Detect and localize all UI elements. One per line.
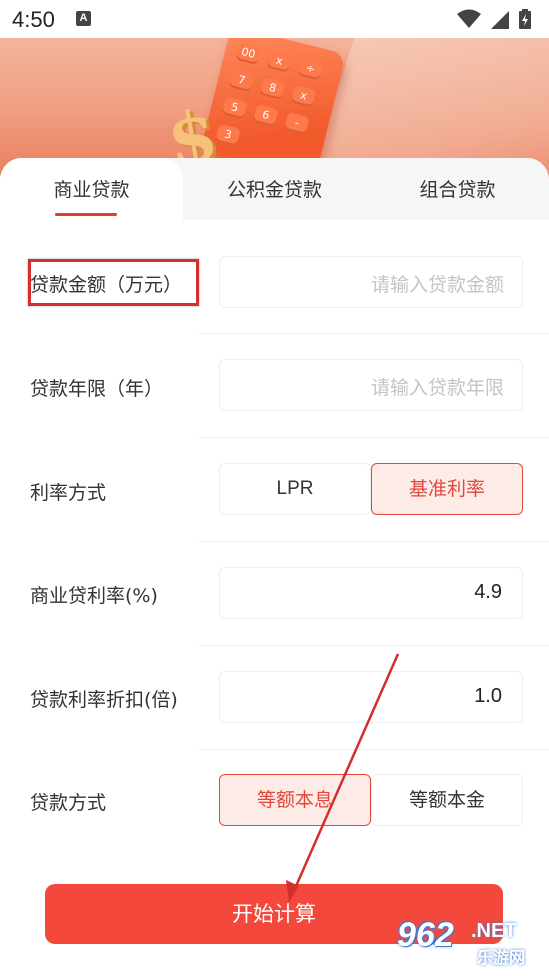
commercial-rate-label: 商业贷利率(%) (30, 585, 158, 607)
calc-key: 00 (235, 42, 262, 65)
equal-installment-button[interactable]: 等额本息 (219, 774, 371, 826)
rate-discount-row: 贷款利率折扣(倍) 1.0 (0, 646, 549, 750)
repay-mode-label: 贷款方式 (30, 792, 107, 814)
calc-key: 7 (228, 69, 255, 93)
tab-label: 商业贷款 (53, 179, 130, 201)
signal-icon (491, 11, 509, 29)
repay-mode-segmented-control: 等额本息 等额本金 (219, 774, 523, 826)
equal-principal-button[interactable]: 等额本金 (371, 774, 523, 826)
rate-discount-input[interactable]: 1.0 (219, 671, 523, 723)
calc-key: 3 (215, 123, 241, 147)
status-bar: 4:50 A (0, 0, 549, 38)
loan-amount-placeholder: 请输入贷款金额 (370, 274, 504, 296)
rate-discount-label: 贷款利率折扣(倍) (30, 689, 178, 711)
commercial-rate-input[interactable]: 4.9 (219, 567, 523, 619)
loan-amount-input[interactable]: 请输入贷款金额 (219, 256, 523, 308)
watermark-suffix: .NET (471, 920, 517, 942)
watermark-cn: 乐游网 (477, 948, 526, 967)
watermark-logo: 962 .NET 乐游网 (397, 916, 543, 972)
tab-label: 公积金贷款 (226, 179, 322, 201)
rate-discount-value: 1.0 (474, 685, 502, 707)
status-icons (457, 9, 531, 29)
loan-years-input[interactable]: 请输入贷款年限 (219, 359, 523, 411)
repay-mode-row: 贷款方式 等额本息 等额本金 (0, 750, 549, 854)
loan-years-row: 贷款年限（年） 请输入贷款年限 (0, 334, 549, 438)
calc-key: - (283, 111, 310, 135)
tab-provident-fund-loan[interactable]: 公积金贷款 (183, 158, 366, 220)
rate-mode-label: 利率方式 (30, 482, 107, 504)
watermark-number: 962 (397, 916, 454, 954)
calc-key: ÷ (297, 57, 324, 81)
rate-mode-lpr-button[interactable]: LPR (219, 463, 371, 515)
calc-key: 5 (221, 96, 248, 120)
status-time: 4:50 (12, 7, 55, 32)
wifi-icon (457, 9, 481, 28)
annotation-highlight-box (28, 259, 199, 306)
tab-commercial-loan[interactable]: 商业贷款 (0, 158, 183, 220)
rate-mode-row: 利率方式 LPR 基准利率 (0, 438, 549, 542)
tab-active-indicator (55, 213, 117, 216)
rate-mode-segmented-control: LPR 基准利率 (219, 463, 523, 515)
calc-key: x (290, 84, 317, 108)
a-icon: A (76, 11, 91, 26)
commercial-rate-row: 商业贷利率(%) 4.9 (0, 542, 549, 646)
loan-years-placeholder: 请输入贷款年限 (370, 377, 504, 399)
rate-mode-benchmark-button[interactable]: 基准利率 (371, 463, 523, 515)
battery-charging-icon (519, 9, 531, 29)
tab-combined-loan[interactable]: 组合贷款 (366, 158, 549, 220)
loan-type-tabs: 商业贷款 公积金贷款 组合贷款 (0, 158, 549, 220)
calc-key: 6 (252, 104, 279, 128)
calc-key: 8 (259, 77, 286, 100)
tab-label: 组合贷款 (419, 179, 496, 201)
commercial-rate-value: 4.9 (474, 581, 502, 603)
loan-years-label: 贷款年限（年） (30, 378, 164, 400)
calc-key: x (266, 49, 293, 73)
